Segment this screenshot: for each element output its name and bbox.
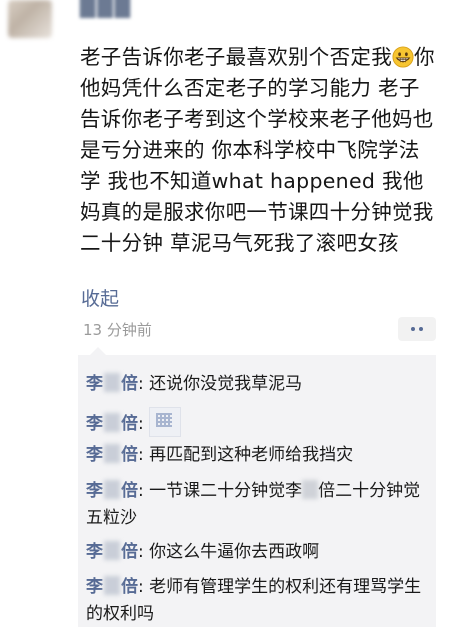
commenter-name[interactable]: 李倍 (86, 373, 138, 394)
more-actions-button[interactable] (398, 317, 436, 341)
commenter-name[interactable]: 李倍 (86, 444, 138, 465)
comment-separator: : (138, 445, 150, 465)
comment-item[interactable]: 李倍: (86, 407, 431, 438)
comment-separator: : (138, 414, 150, 434)
redaction-blur (104, 413, 120, 432)
nickname-redacted[interactable]: ███ (80, 0, 132, 18)
comment-text: 你这么牛逼你去西政啊 (149, 542, 320, 562)
post-text-part-2: 你他妈凭什么否定老子的学习能力 老子告诉你老子考到这个学校来老子他妈也是亏分进来… (80, 45, 435, 255)
post-text-part-1: 老子告诉你老子最喜欢别个否定我 (80, 45, 392, 69)
dot-icon (419, 327, 423, 331)
avatar[interactable] (8, 0, 52, 38)
collapse-link[interactable]: 收起 (81, 284, 119, 311)
redaction-blur (302, 480, 319, 499)
redaction-blur (104, 576, 120, 595)
comment-text: 还说你没觉我草泥马 (149, 374, 303, 394)
commenter-name[interactable]: 李倍 (86, 480, 138, 501)
comment-item[interactable]: 李倍: 一节课二十分钟觉李 倍二十分钟觉五粒沙 (86, 478, 431, 532)
redaction-blur (104, 373, 120, 392)
comment-item[interactable]: 李倍: 老师有管理学生的权利还有理骂学生的权利吗 (86, 574, 431, 628)
post-timestamp: 13 分钟前 (83, 321, 152, 339)
dot-icon (411, 327, 415, 331)
comment-separator: : (138, 374, 150, 394)
qr-code-image[interactable] (149, 407, 182, 437)
commenter-name[interactable]: 李倍 (86, 413, 138, 434)
grinning-face-icon (392, 46, 414, 68)
post-text: 老子告诉你老子最喜欢别个否定我 你他妈凭什么否定老子的学习能力 老子告诉你老子考到… (80, 42, 436, 259)
commenter-name[interactable]: 李倍 (86, 541, 138, 562)
comment-item[interactable]: 李倍: 还说你没觉我草泥马 (86, 371, 431, 398)
comments-panel: 李倍: 还说你没觉我草泥马 李倍: 李倍: 再匹配到这种老师给我挡灾 李倍: 一… (78, 347, 436, 628)
comment-separator: : (138, 577, 150, 597)
redaction-blur (104, 480, 120, 499)
comment-item[interactable]: 李倍: 再匹配到这种老师给我挡灾 (86, 442, 431, 469)
comment-item[interactable]: 李倍: 你这么牛逼你去西政啊 (86, 539, 431, 566)
redaction-blur (104, 444, 120, 463)
commenter-name[interactable]: 李倍 (86, 576, 138, 597)
redaction-blur (104, 541, 120, 560)
comment-separator: : (138, 542, 150, 562)
comment-separator: : (138, 481, 150, 501)
comment-text: 再匹配到这种老师给我挡灾 (149, 445, 354, 465)
